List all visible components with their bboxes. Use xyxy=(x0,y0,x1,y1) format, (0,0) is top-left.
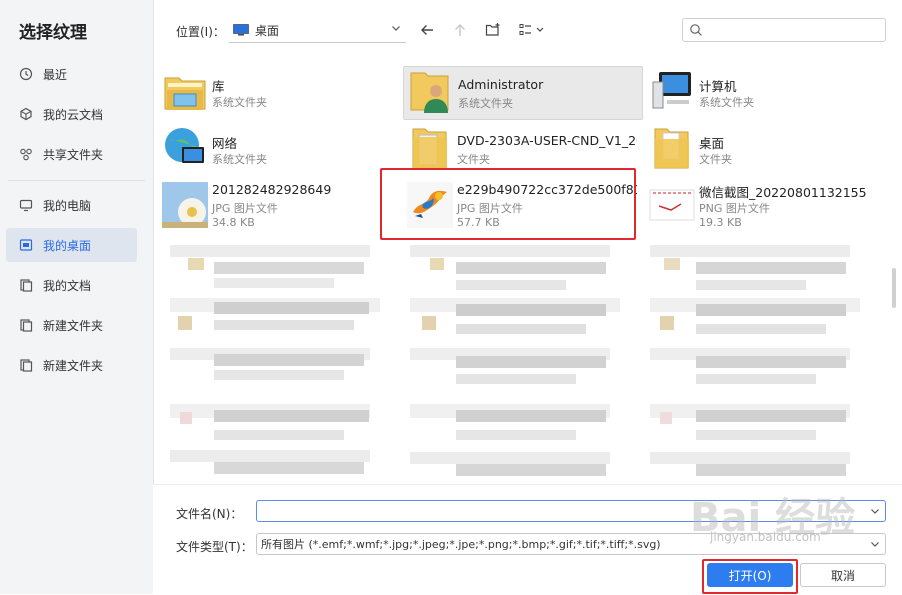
chevron-down-icon[interactable] xyxy=(869,538,881,553)
new-folder-icon xyxy=(485,23,500,36)
file-item-jpg-1[interactable]: 201282482928649 JPG 图片文件 34.8 KB xyxy=(158,172,396,234)
highlight-box-file xyxy=(380,168,636,240)
sidebar-item-label: 共享文件夹 xyxy=(43,147,104,162)
search-input[interactable] xyxy=(682,18,886,42)
location-select[interactable]: 桌面 xyxy=(229,18,406,43)
sidebar-item-new-folder-2[interactable]: 新建文件夹 xyxy=(6,348,137,382)
file-name: 微信截图_20220801132155 xyxy=(699,185,867,200)
location-value: 桌面 xyxy=(255,23,280,38)
sidebar-item-my-desktop[interactable]: 我的桌面 xyxy=(6,228,137,262)
sidebar-item-label: 我的文档 xyxy=(43,278,92,293)
file-type: 系统文件夹 xyxy=(212,153,267,166)
image-thumbnail xyxy=(162,182,208,228)
computer-large-icon xyxy=(649,68,695,114)
view-mode-button[interactable] xyxy=(518,20,548,40)
chevron-down-icon xyxy=(390,22,402,37)
search-icon xyxy=(689,23,703,40)
filename-label: 文件名(N)： xyxy=(176,507,243,521)
sidebar: 选择纹理 最近 我的云文档 共享文件夹 我的电脑 我的桌面 我的文档 新建文件夹… xyxy=(0,0,154,594)
file-type: 文件夹 xyxy=(457,153,490,166)
sidebar-item-shared[interactable]: 共享文件夹 xyxy=(6,137,137,171)
sidebar-item-new-folder-1[interactable]: 新建文件夹 xyxy=(6,308,137,342)
sidebar-item-label: 我的电脑 xyxy=(43,198,92,213)
location-label: 位置(I)： xyxy=(176,25,225,39)
file-item-computer[interactable]: 计算机 系统文件夹 xyxy=(645,66,883,118)
sidebar-item-label: 最近 xyxy=(43,67,68,82)
folder-icon xyxy=(19,358,33,372)
pixelated-region xyxy=(160,240,890,480)
file-type: 系统文件夹 xyxy=(212,96,267,109)
cancel-button[interactable]: 取消 xyxy=(800,563,886,587)
file-size: 19.3 KB xyxy=(699,216,742,229)
up-button[interactable] xyxy=(450,20,470,40)
computer-icon xyxy=(19,198,33,212)
folder-icon xyxy=(649,125,695,171)
file-item-desktop-folder[interactable]: 桌面 文件夹 xyxy=(645,123,883,175)
filetype-label: 文件类型(T)： xyxy=(176,540,253,554)
desktop-icon xyxy=(19,238,33,252)
vertical-scrollbar[interactable] xyxy=(892,48,898,478)
cloud-doc-icon xyxy=(19,107,33,121)
file-size: 34.8 KB xyxy=(212,216,255,229)
file-name: Administrator xyxy=(458,77,544,92)
library-icon xyxy=(162,68,208,114)
sidebar-item-cloud-docs[interactable]: 我的云文档 xyxy=(6,97,137,131)
file-type: 系统文件夹 xyxy=(699,96,754,109)
new-folder-button[interactable] xyxy=(483,20,503,40)
file-item-administrator[interactable]: Administrator 系统文件夹 xyxy=(403,66,643,120)
sidebar-item-label: 我的桌面 xyxy=(43,238,92,253)
image-thumbnail xyxy=(649,182,695,228)
scroll-thumb[interactable] xyxy=(892,268,896,308)
dialog-title: 选择纹理 xyxy=(19,23,87,43)
view-list-icon xyxy=(519,24,544,35)
arrow-left-icon xyxy=(421,25,433,35)
file-type: JPG 图片文件 xyxy=(212,202,278,215)
watermark-url: jingyan.baidu.com xyxy=(710,530,821,544)
sidebar-item-label: 新建文件夹 xyxy=(43,318,104,333)
back-button[interactable] xyxy=(417,20,437,40)
sidebar-item-recent[interactable]: 最近 xyxy=(6,57,137,91)
folder-icon xyxy=(19,318,33,332)
file-item-network[interactable]: 网络 系统文件夹 xyxy=(158,123,396,175)
file-name: 201282482928649 xyxy=(212,182,332,197)
file-name: DVD-2303A-USER-CND_V1_20 xyxy=(457,133,637,148)
arrow-up-icon xyxy=(455,24,465,36)
sidebar-item-my-computer[interactable]: 我的电脑 xyxy=(6,188,137,222)
share-icon xyxy=(19,147,33,161)
file-name: 库 xyxy=(212,79,225,94)
clock-icon xyxy=(19,67,33,81)
chevron-down-icon[interactable] xyxy=(869,505,881,520)
folder-icon xyxy=(407,125,453,171)
document-icon xyxy=(19,278,33,292)
file-name: 网络 xyxy=(212,136,238,151)
file-item-png-1[interactable]: 微信截图_20220801132155 PNG 图片文件 19.3 KB xyxy=(645,172,883,234)
file-type: PNG 图片文件 xyxy=(699,202,770,215)
file-name: 计算机 xyxy=(699,79,737,94)
sidebar-item-label: 新建文件夹 xyxy=(43,358,104,373)
desktop-small-icon xyxy=(233,24,249,36)
file-name: 桌面 xyxy=(699,136,725,151)
sidebar-item-my-documents[interactable]: 我的文档 xyxy=(6,268,137,302)
sidebar-item-label: 我的云文档 xyxy=(43,107,104,122)
highlight-box-open xyxy=(702,559,798,594)
user-folder-icon xyxy=(408,69,454,115)
file-type: 文件夹 xyxy=(699,153,732,166)
file-type: 系统文件夹 xyxy=(458,97,513,110)
sidebar-divider xyxy=(8,180,145,181)
network-icon xyxy=(162,125,208,171)
file-item-library[interactable]: 库 系统文件夹 xyxy=(158,66,396,118)
